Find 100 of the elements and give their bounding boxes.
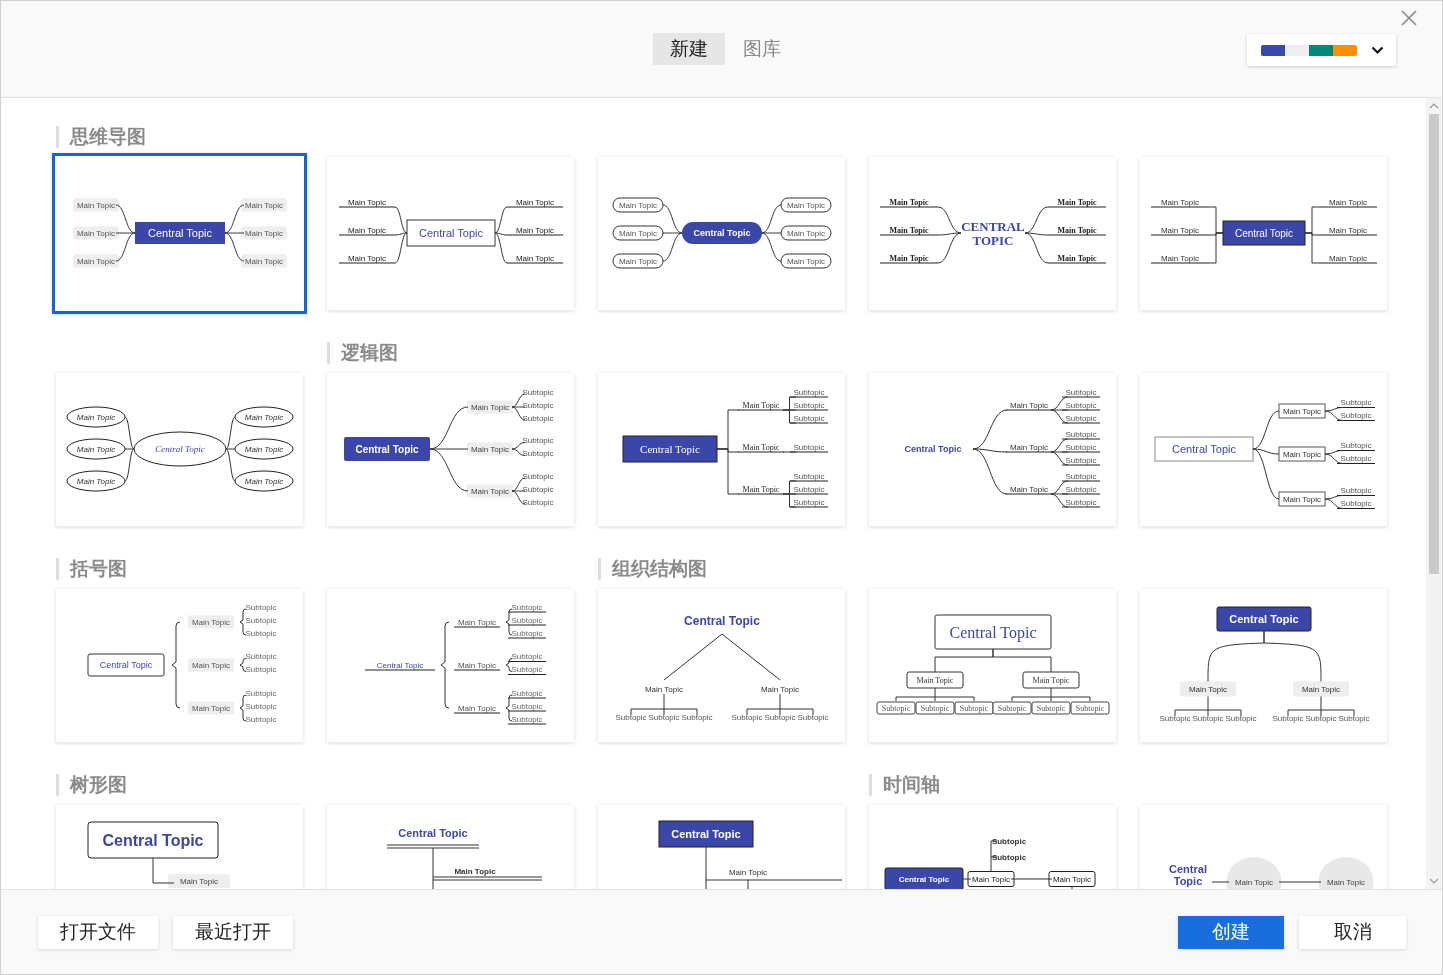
topic-node: Main Topic bbox=[66, 406, 126, 428]
topic-label: Subtopic bbox=[1061, 400, 1101, 411]
topic-label: Subtopic bbox=[522, 484, 554, 494]
topic-label: Subtopic bbox=[797, 712, 829, 722]
topic-node: Main Topic bbox=[241, 254, 287, 268]
footer-button[interactable]: 打开文件 bbox=[38, 915, 158, 949]
template-card[interactable]: Central Topic Main Topic Subtopic Subtopic Subtopic Main Topic Subtopic Subtopic Main Topic Subtopic Subtopic Subtopic bbox=[327, 373, 574, 526]
topic-node: Central Topic bbox=[135, 222, 225, 244]
template-card[interactable]: Central Topic Main Topic Subtopic Subtopic Subtopic Main Topic Subtopic Subtopic Main Topic Subtopic Subtopic Subtopic bbox=[327, 589, 574, 742]
topic-label: Subtopic bbox=[1338, 713, 1370, 723]
topic-node: Central Topic bbox=[1154, 436, 1254, 462]
topic-label: Subtopic bbox=[522, 449, 554, 458]
template-card[interactable]: Central Topic Main Topic bbox=[56, 805, 303, 889]
topic-label: Main Topic bbox=[454, 866, 496, 876]
topic-label: Subtopic bbox=[991, 852, 1027, 862]
topic-label: Subtopic bbox=[789, 400, 829, 411]
scroll-up-icon[interactable] bbox=[1429, 102, 1439, 110]
footer-button[interactable]: 最近打开 bbox=[173, 915, 293, 949]
topic-label: Subtopic bbox=[1336, 441, 1376, 452]
topic-label: Subtopic bbox=[245, 701, 277, 711]
template-card[interactable]: Central Topic Main Topic Main Topic Main Topic Main Topic Main Topic Main Topic bbox=[1140, 157, 1387, 310]
topic-label: Subtopic bbox=[789, 387, 829, 398]
topic-node: Central Topic bbox=[406, 219, 496, 247]
topic-node: Main Topic bbox=[906, 671, 964, 689]
topic-label: Main Topic bbox=[338, 225, 396, 236]
topic-label: Main Topic bbox=[453, 660, 501, 671]
topic-node: Main Topic bbox=[234, 406, 294, 428]
topic-node: Main Topic bbox=[780, 197, 832, 213]
template-card[interactable]: Central Topic Main Topic Subtopic Subtopic Main Topic Subtopic Subtopic Main Topic Subtopic Subtopic bbox=[1140, 373, 1387, 526]
topic-label: Subtopic bbox=[245, 615, 277, 625]
close-button[interactable] bbox=[1400, 9, 1418, 27]
topic-node: Main Topic bbox=[1318, 857, 1374, 889]
topic-node: Subtopic bbox=[954, 701, 994, 715]
template-card[interactable]: Central Topic Main Topic Subtopic Subtopic Subtopic Main Topic Subtopic Subtopic Main Topic Subtopic Subtopic Subtopic bbox=[56, 589, 303, 742]
topic-node: Main Topic bbox=[188, 658, 234, 672]
topic-label: Subtopic bbox=[1061, 484, 1101, 495]
tab[interactable]: 新建 bbox=[652, 33, 725, 65]
topic-label: Subtopic bbox=[1061, 442, 1101, 453]
topic-label: Main Topic bbox=[1150, 225, 1210, 236]
template-card[interactable]: Central Topic Main Topic Main Topic Main Topic Main Topic Main Topic Main Topic bbox=[327, 157, 574, 310]
topic-label: Subtopic bbox=[507, 714, 547, 725]
caret-icon bbox=[1371, 45, 1384, 55]
topic-node: Main Topic bbox=[1278, 403, 1326, 419]
template-card[interactable]: Central Topic Main Topic Main Topic Subtopic Subtopic bbox=[869, 805, 1116, 889]
topic-node: Main Topic bbox=[1278, 491, 1326, 507]
template-card[interactable]: Central Topic Main Topic bbox=[327, 805, 574, 889]
template-card[interactable]: Central Topic Main Topic Subtopic Subtopic Subtopic Main Topic Subtopic Subtopic Subtopic bbox=[598, 589, 845, 742]
topic-label: Subtopic bbox=[731, 712, 763, 722]
topic-label: Subtopic bbox=[507, 615, 547, 626]
topic-label: Subtopic bbox=[507, 665, 547, 676]
topic-label: Main Topic bbox=[1047, 253, 1107, 264]
template-card[interactable]: Central Topic Main Topic Main Topic Main Topic Main Topic Main Topic Main Topic bbox=[56, 373, 303, 526]
topic-node: Subtopic bbox=[992, 701, 1032, 715]
topic-label: Subtopic bbox=[507, 701, 547, 712]
topic-node: Central Topic bbox=[682, 222, 762, 244]
topic-label: Central Topic bbox=[684, 614, 760, 628]
template-card[interactable]: Central Topic Main Topic Main Topic Main Topic Main Topic Main Topic Main Topic bbox=[598, 157, 845, 310]
topic-node: Subtopic bbox=[876, 701, 916, 715]
topic-node: Main Topic bbox=[1293, 681, 1349, 697]
topic-node: Central Topic bbox=[934, 614, 1052, 650]
topic-label: Main Topic bbox=[338, 253, 396, 264]
topic-label: Central Topic bbox=[364, 660, 436, 671]
topic-label: Subtopic bbox=[1061, 455, 1101, 466]
topic-node: Main Topic bbox=[1180, 681, 1236, 697]
template-card[interactable]: Central Topic Main Topic Main Topic Main Topic Main Topic Main Topic Main Topic bbox=[52, 153, 307, 314]
topic-label: Subtopic bbox=[1336, 398, 1376, 409]
topic-node: Main Topic bbox=[612, 197, 664, 213]
template-card[interactable]: Central Topic Main Topic Subtopic Subtopic Subtopic Main Topic Subtopic Subtopic Subtopic bbox=[1140, 589, 1387, 742]
template-card[interactable]: Central Topic Main Topic bbox=[598, 805, 845, 889]
topic-label: Subtopic bbox=[991, 836, 1027, 846]
cancel-button[interactable]: 取消 bbox=[1299, 915, 1406, 949]
topic-label: Main Topic bbox=[644, 684, 684, 694]
topic-label: Subtopic bbox=[507, 602, 547, 613]
scroll-down-icon[interactable] bbox=[1429, 877, 1439, 885]
create-button[interactable]: 创建 bbox=[1178, 915, 1284, 949]
topic-node: Central Topic bbox=[344, 437, 430, 461]
topic-label: Subtopic bbox=[789, 484, 829, 495]
topic-label: Subtopic bbox=[245, 628, 277, 638]
connectors-drawing bbox=[152, 857, 175, 884]
section-heading: 树形图 bbox=[56, 774, 127, 796]
topic-node: Central Topic bbox=[87, 653, 165, 677]
template-card[interactable]: Central Topic Main Topic Subtopic Subtopic Subtopic Main Topic Subtopic Subtopic Subtopic bbox=[869, 589, 1116, 742]
topic-node: Main Topic bbox=[467, 442, 513, 456]
topic-node: Central Topic bbox=[1222, 220, 1306, 246]
topic-label: Subtopic bbox=[245, 688, 277, 698]
topic-node: Central Topic bbox=[622, 435, 718, 463]
topic-label: Subtopic bbox=[681, 712, 713, 722]
template-card[interactable]: Central Topic Main Topic Subtopic Subtopic Subtopic Main Topic Subtopic Subtopic Subtopic Main Topic Subtopic Subtopic Subtopic bbox=[869, 373, 1116, 526]
topic-label: CENTRAL TOPIC bbox=[961, 218, 1025, 248]
scroll-thumb[interactable] bbox=[1429, 114, 1439, 574]
topic-label: Main Topic bbox=[338, 197, 396, 208]
topic-label: Main Topic bbox=[453, 703, 501, 714]
template-card[interactable]: Central Topic Main Topic Main Topic bbox=[1140, 805, 1387, 889]
template-card[interactable]: Central Topic Main Topic Subtopic Subtopic Subtopic Main Topic Subtopic Main Topic Subtopic Subtopic Subtopic bbox=[598, 373, 845, 526]
theme-color-dropdown[interactable] bbox=[1247, 34, 1396, 66]
section-heading: 时间轴 bbox=[869, 774, 940, 796]
topic-label: Main Topic bbox=[1047, 197, 1107, 208]
template-card[interactable]: CENTRAL TOPIC Main Topic Main Topic Main Topic Main Topic Main Topic Main Topic bbox=[869, 157, 1116, 310]
scrollbar[interactable] bbox=[1426, 98, 1442, 889]
section-heading: 括号图 bbox=[56, 558, 127, 580]
